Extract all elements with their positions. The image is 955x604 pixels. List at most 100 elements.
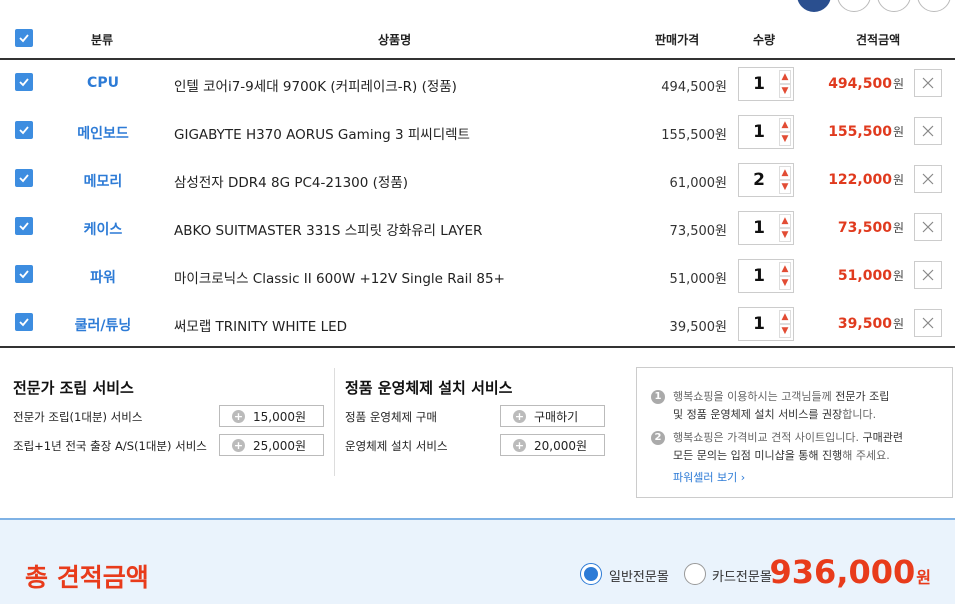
chevron-down-icon[interactable]: ▼ (779, 180, 791, 194)
assembly-option-label: 전문가 조립(1대분) 서비스 (13, 410, 143, 424)
pagination-circles (797, 0, 951, 12)
quantity-value[interactable]: 1 (739, 266, 779, 286)
power-seller-link[interactable]: 파워셀러 보기 › (673, 469, 745, 487)
quantity-value[interactable]: 1 (739, 314, 779, 334)
check-icon (19, 222, 29, 231)
item-total-value: 494,500 (828, 76, 892, 92)
table-header: 분류 상품명 판매가격 수량 견적금액 (0, 22, 955, 60)
header-price: 판매가격 (655, 33, 700, 47)
quantity-stepper[interactable]: 1 ▲ ▼ (738, 115, 794, 149)
item-total: 494,500원 (828, 75, 904, 92)
notice-emphasis: 구매관련 (862, 431, 904, 444)
check-icon (19, 78, 29, 87)
check-icon (19, 126, 29, 135)
close-icon (922, 317, 934, 329)
service-divider (334, 368, 335, 476)
notice-text-1: 행복쇼핑을 이용하시는 고객님들께 전문가 조립 및 정품 운영체제 설치 서비… (673, 388, 943, 424)
page-dot[interactable] (837, 0, 871, 12)
general-mall-radio[interactable] (580, 563, 602, 585)
chevron-up-icon[interactable]: ▲ (779, 70, 791, 84)
table-row: 케이스 ABKO SUITMASTER 331S 스피릿 강화유리 LAYER 73… (0, 204, 955, 252)
item-total: 39,500원 (838, 315, 904, 332)
item-checkbox[interactable] (15, 73, 33, 91)
close-icon (922, 77, 934, 89)
chevron-up-icon[interactable]: ▲ (779, 310, 791, 324)
check-icon (19, 174, 29, 183)
remove-item-button[interactable] (914, 261, 942, 289)
item-name[interactable]: 마이크로닉스 Classic II 600W +12V Single Rail … (174, 267, 505, 287)
page-dot[interactable] (917, 0, 951, 12)
item-category[interactable]: 케이스 (55, 219, 151, 239)
total-summary: 총 견적금액 일반전문몰 카드전문몰 936,000원 (0, 518, 955, 604)
close-icon (922, 173, 934, 185)
item-checkbox[interactable] (15, 265, 33, 283)
item-checkbox[interactable] (15, 313, 33, 331)
close-icon (922, 221, 934, 233)
chevron-down-icon[interactable]: ▼ (779, 132, 791, 146)
quantity-value[interactable]: 2 (739, 170, 779, 190)
chevron-down-icon[interactable]: ▼ (779, 324, 791, 338)
item-total-unit: 원 (892, 317, 904, 331)
chevron-down-icon[interactable]: ▼ (779, 84, 791, 98)
item-category[interactable]: 파워 (55, 267, 151, 287)
item-checkbox[interactable] (15, 121, 33, 139)
item-checkbox[interactable] (15, 217, 33, 235)
notice-text-2: 행복쇼핑은 가격비교 견적 사이트입니다. 구매관련 모든 문의는 입점 미니샵… (673, 429, 943, 465)
notice-box: 1 행복쇼핑을 이용하시는 고객님들께 전문가 조립 및 정품 운영체제 설치 … (636, 367, 953, 498)
quantity-stepper[interactable]: 1 ▲ ▼ (738, 67, 794, 101)
item-category[interactable]: 메모리 (55, 171, 151, 191)
item-total-value: 73,500 (837, 220, 892, 236)
item-price: 39,500원 (669, 320, 727, 335)
remove-item-button[interactable] (914, 213, 942, 241)
assembly-service-title: 전문가 조립 서비스 (13, 379, 134, 397)
item-total-unit: 원 (892, 173, 904, 187)
chevron-down-icon[interactable]: ▼ (779, 228, 791, 242)
chevron-up-icon[interactable]: ▲ (779, 262, 791, 276)
notice-emphasis: 전문가 조립 (835, 390, 890, 403)
item-checkbox[interactable] (15, 169, 33, 187)
button-label: 15,000원 (253, 409, 307, 424)
page-dot-active[interactable] (797, 0, 831, 12)
assembly-add-button[interactable]: + 15,000원 (219, 405, 324, 427)
os-install-button[interactable]: + 20,000원 (500, 434, 605, 456)
item-category[interactable]: 쿨러/튜닝 (55, 315, 151, 335)
quantity-stepper[interactable]: 2 ▲ ▼ (738, 163, 794, 197)
remove-item-button[interactable] (914, 309, 942, 337)
total-amount: 936,000원 (770, 553, 931, 591)
item-name[interactable]: ABKO SUITMASTER 331S 스피릿 강화유리 LAYER (174, 219, 482, 239)
quantity-value[interactable]: 1 (739, 122, 779, 142)
quantity-value[interactable]: 1 (739, 74, 779, 94)
chevron-up-icon[interactable]: ▲ (779, 166, 791, 180)
card-mall-radio[interactable] (684, 563, 706, 585)
remove-item-button[interactable] (914, 117, 942, 145)
item-category[interactable]: 메인보드 (55, 123, 151, 143)
item-price: 494,500원 (661, 80, 727, 95)
chevron-up-icon[interactable]: ▲ (779, 118, 791, 132)
item-name[interactable]: 써모랩 TRINITY WHITE LED (174, 315, 347, 335)
item-total-unit: 원 (892, 77, 904, 91)
notice-text: 해 주세요. (842, 449, 890, 462)
remove-item-button[interactable] (914, 69, 942, 97)
quantity-stepper[interactable]: 1 ▲ ▼ (738, 307, 794, 341)
notice-emphasis: 및 정품 운영체제 설치 서비스를 권장 (673, 408, 843, 421)
page-dot[interactable] (877, 0, 911, 12)
close-icon (922, 125, 934, 137)
assembly-as-add-button[interactable]: + 25,000원 (219, 434, 324, 456)
os-install-label: 운영체제 설치 서비스 (345, 439, 448, 453)
quantity-stepper[interactable]: 1 ▲ ▼ (738, 211, 794, 245)
chevron-down-icon[interactable]: ▼ (779, 276, 791, 290)
quantity-value[interactable]: 1 (739, 218, 779, 238)
item-name[interactable]: 인텔 코어i7-9세대 9700K (커피레이크-R) (정품) (174, 75, 457, 95)
notice-text: 행복쇼핑은 가격비교 견적 사이트입니다. (673, 431, 863, 444)
quantity-stepper[interactable]: 1 ▲ ▼ (738, 259, 794, 293)
item-name[interactable]: GIGABYTE H370 AORUS Gaming 3 피씨디렉트 (174, 123, 470, 143)
close-icon (922, 269, 934, 281)
item-category[interactable]: CPU (55, 75, 151, 91)
item-price: 51,000원 (669, 272, 727, 287)
item-name[interactable]: 삼성전자 DDR4 8G PC4-21300 (정품) (174, 171, 408, 191)
os-purchase-button[interactable]: + 구매하기 (500, 405, 605, 427)
remove-item-button[interactable] (914, 165, 942, 193)
plus-icon: + (513, 438, 526, 452)
select-all-checkbox[interactable] (15, 29, 33, 47)
chevron-up-icon[interactable]: ▲ (779, 214, 791, 228)
